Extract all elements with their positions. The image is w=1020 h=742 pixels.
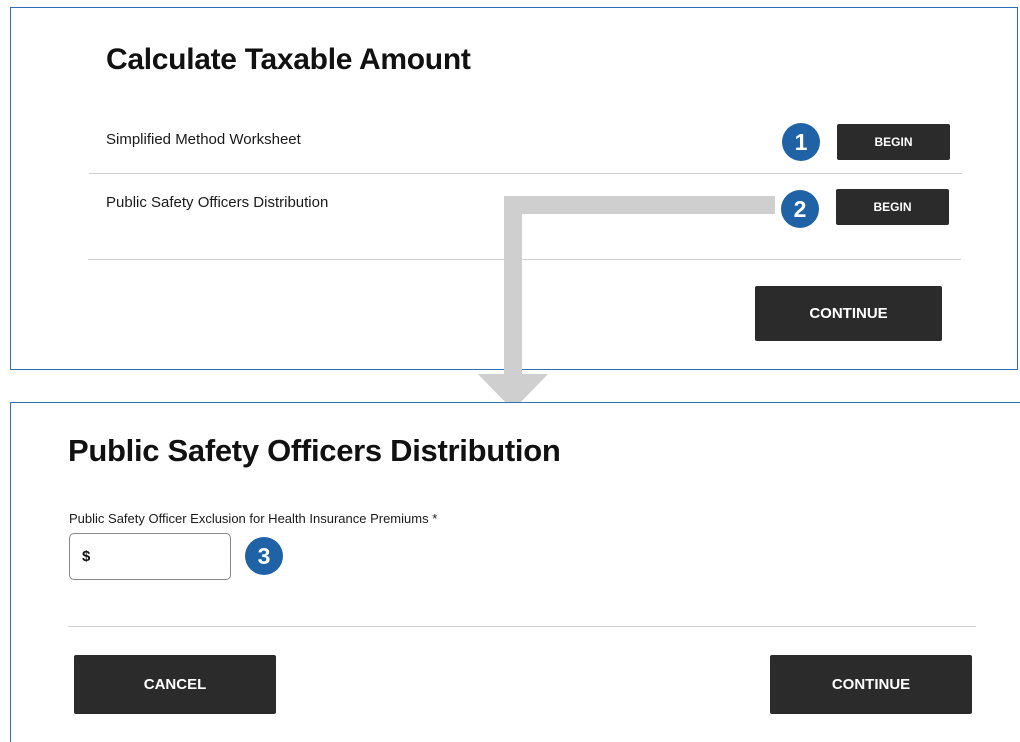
continue-button-bottom[interactable]: CONTINUE xyxy=(770,655,972,714)
step-1-badge: 1 xyxy=(782,123,820,161)
exclusion-amount-field[interactable]: $ xyxy=(69,533,231,580)
step-2-badge: 2 xyxy=(781,190,819,228)
cancel-button[interactable]: CANCEL xyxy=(74,655,276,714)
public-safety-officers-panel: Public Safety Officers Distribution Publ… xyxy=(10,402,1020,742)
begin-simplified-method-button[interactable]: BEGIN xyxy=(837,124,950,160)
row-divider xyxy=(89,173,962,174)
page-title: Calculate Taxable Amount xyxy=(106,43,471,76)
simplified-method-label: Simplified Method Worksheet xyxy=(106,131,301,148)
exclusion-field-label: Public Safety Officer Exclusion for Heal… xyxy=(69,511,438,526)
form-divider xyxy=(68,626,976,627)
section-divider xyxy=(88,259,961,260)
exclusion-amount-input[interactable] xyxy=(94,547,209,566)
page-title-secondary: Public Safety Officers Distribution xyxy=(68,433,561,468)
continue-button-top[interactable]: CONTINUE xyxy=(755,286,942,341)
step-3-badge: 3 xyxy=(245,537,283,575)
begin-public-safety-button[interactable]: BEGIN xyxy=(836,189,949,225)
currency-prefix: $ xyxy=(82,548,91,565)
public-safety-label: Public Safety Officers Distribution xyxy=(106,194,329,211)
